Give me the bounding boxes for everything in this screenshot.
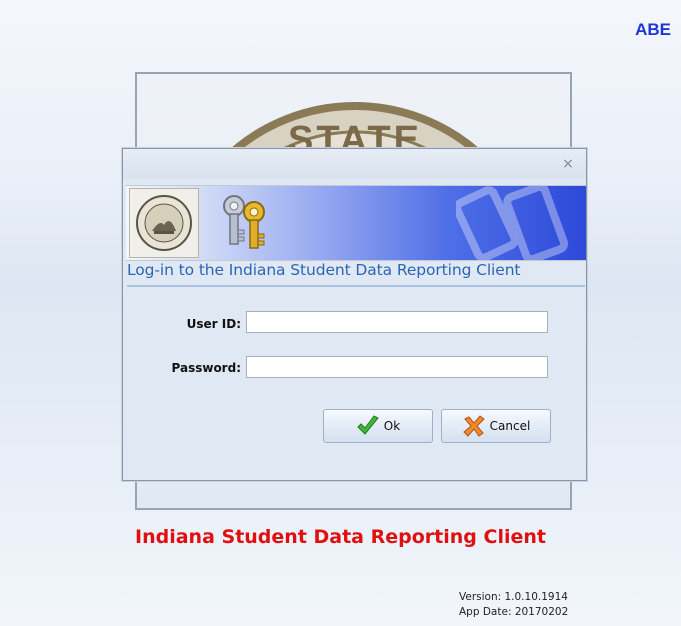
banner-watermark-icon — [456, 186, 569, 260]
login-dialog: × Log-in to the Indiana Student Data Rep… — [122, 148, 587, 481]
app-title: Indiana Student Data Reporting Client — [135, 526, 546, 548]
user-id-label: User ID: — [186, 317, 241, 331]
corner-label: ABE — [635, 20, 671, 39]
checkmark-icon — [357, 415, 379, 435]
ok-button-label: Ok — [383, 419, 401, 433]
keys-icon — [223, 195, 265, 249]
login-heading: Log-in to the Indiana Student Data Repor… — [127, 261, 521, 279]
cancel-button-label: Cancel — [489, 419, 531, 433]
close-icon[interactable]: × — [560, 156, 576, 172]
password-input[interactable] — [246, 356, 548, 378]
ok-button[interactable]: Ok — [323, 409, 433, 443]
cross-icon — [462, 415, 485, 437]
state-seal-icon — [129, 188, 199, 258]
user-id-input[interactable] — [246, 311, 548, 333]
cancel-button[interactable]: Cancel — [441, 409, 551, 443]
password-label: Password: — [171, 361, 242, 375]
app-date-text: App Date: 20170202 — [459, 606, 569, 618]
version-info: Version: 1.0.10.1914 App Date: 20170202 — [459, 590, 568, 620]
version-text: Version: 1.0.10.1914 — [459, 591, 568, 603]
login-banner — [126, 185, 586, 261]
dialog-titlebar[interactable]: × — [123, 149, 586, 179]
heading-divider — [127, 285, 585, 287]
